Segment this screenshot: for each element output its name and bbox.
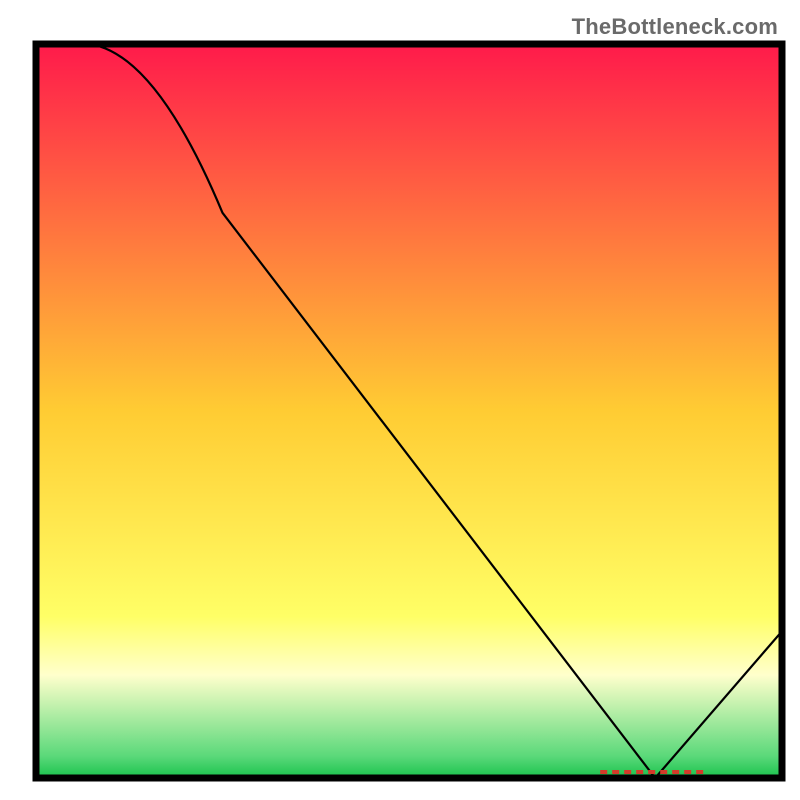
bottleneck-chart bbox=[0, 0, 800, 800]
attribution-label: TheBottleneck.com bbox=[572, 14, 778, 40]
plot-background bbox=[36, 44, 782, 778]
minimum-marker bbox=[600, 770, 703, 774]
chart-container: TheBottleneck.com bbox=[0, 0, 800, 800]
